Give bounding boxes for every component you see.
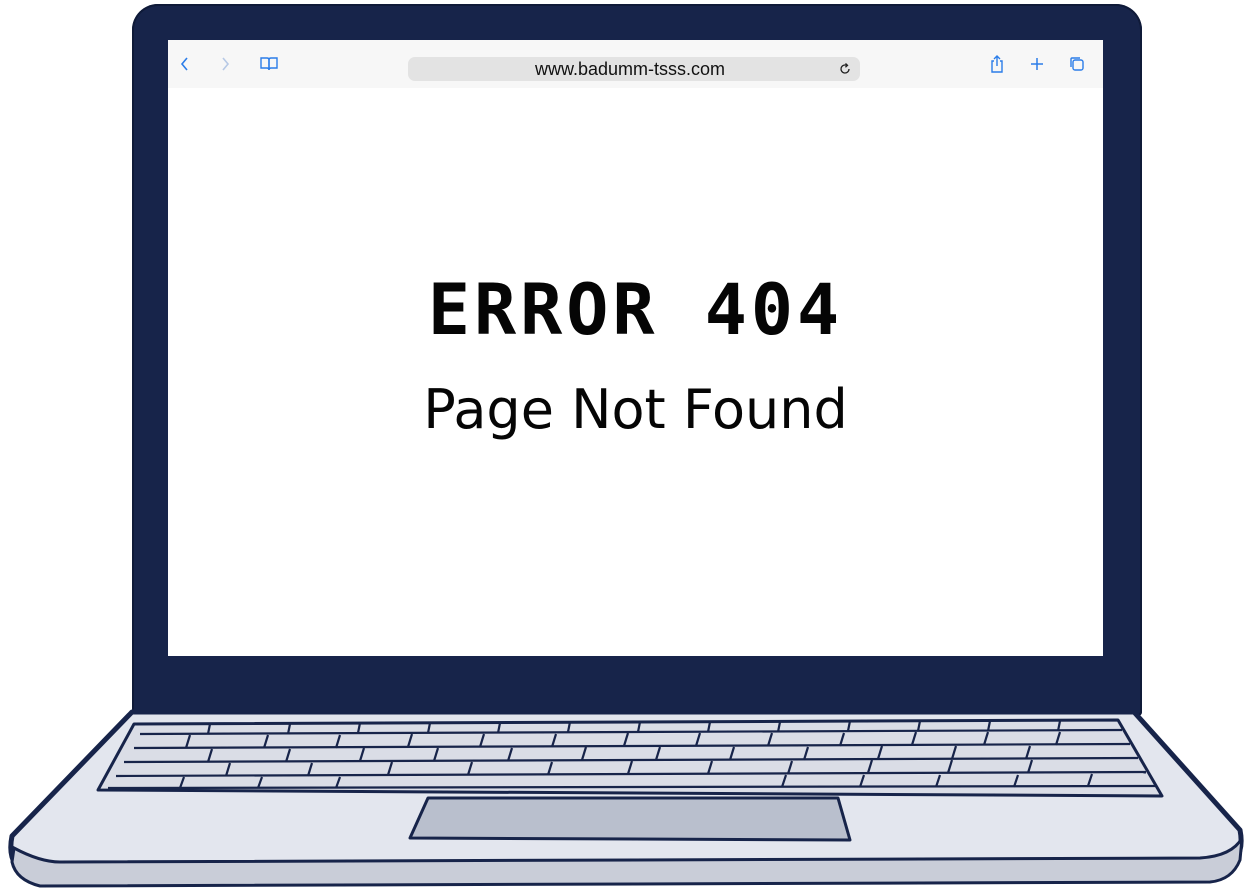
chevron-right-icon (222, 57, 230, 71)
chevron-left-icon (180, 57, 188, 71)
tabs-button[interactable] (1066, 53, 1088, 75)
reload-button[interactable] (836, 60, 854, 78)
reload-icon (840, 63, 850, 74)
url-text[interactable]: www.badumm-tsss.com (408, 57, 852, 81)
tabs-icon (1070, 57, 1084, 71)
forward-button[interactable] (214, 53, 236, 75)
trackpad (408, 796, 852, 842)
bookmarks-button[interactable] (258, 53, 280, 75)
address-bar[interactable]: www.badumm-tsss.com (408, 57, 860, 81)
open-book-icon (260, 57, 278, 71)
browser-toolbar: www.badumm-tsss.com (168, 40, 1103, 88)
laptop-keyboard-base (8, 709, 1244, 888)
share-button[interactable] (986, 53, 1008, 75)
error-subtitle: Page Not Found (423, 378, 848, 441)
browser-window: www.badumm-tsss.com ERROR 404 Page Not F… (168, 40, 1103, 656)
new-tab-button[interactable] (1026, 53, 1048, 75)
back-button[interactable] (174, 53, 196, 75)
error-title: ERROR 404 (427, 269, 844, 351)
plus-icon (1031, 58, 1043, 70)
laptop-illustration: www.badumm-tsss.com ERROR 404 Page Not F… (0, 0, 1249, 894)
share-icon (991, 55, 1003, 73)
